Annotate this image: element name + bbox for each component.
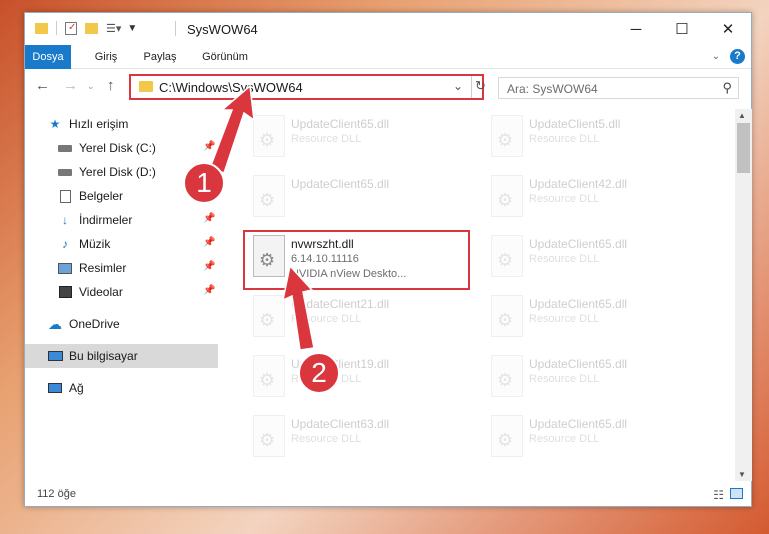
annotation-arrows <box>209 84 315 351</box>
arrow-2 <box>281 264 315 351</box>
arrow-1 <box>209 84 255 174</box>
callout-badge-1: 1 <box>183 162 225 204</box>
callout-badge-2: 2 <box>298 352 340 394</box>
